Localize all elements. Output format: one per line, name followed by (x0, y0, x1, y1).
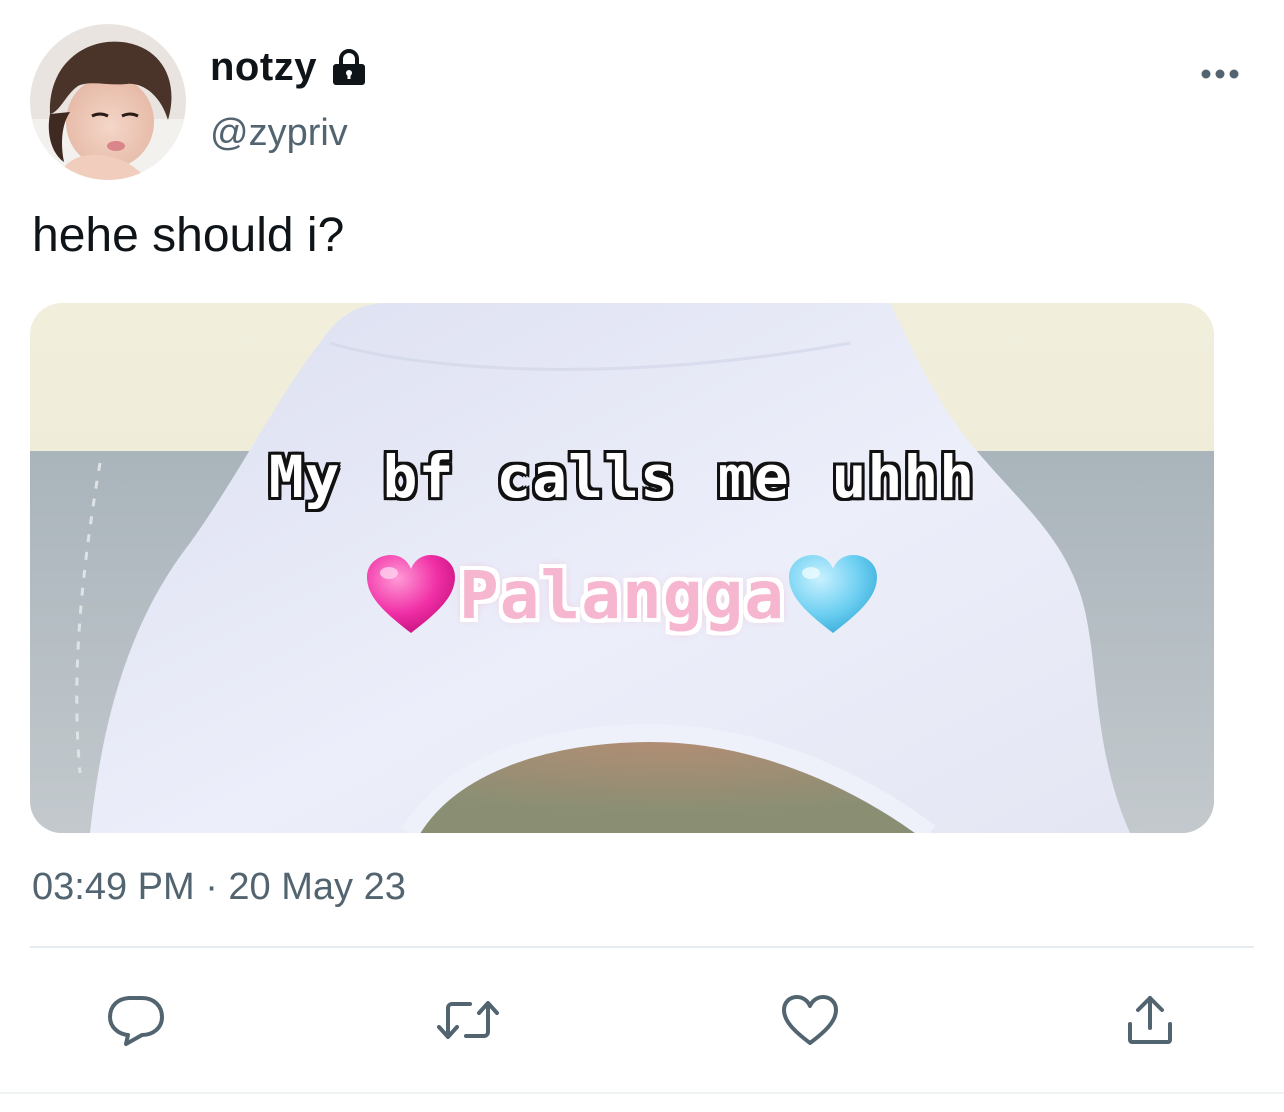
lock-icon (329, 47, 369, 87)
media-caption-line1: My bf calls me uhhh (268, 443, 976, 511)
display-name[interactable]: notzy (210, 45, 317, 90)
retweet-button[interactable] (436, 990, 500, 1054)
heart-icon (780, 993, 840, 1052)
speech-bubble-icon (106, 992, 166, 1053)
user-handle[interactable]: @zypriv (210, 112, 348, 155)
divider (30, 946, 1254, 948)
like-button[interactable] (778, 990, 842, 1054)
media-caption-line2: Palangga (459, 556, 785, 634)
more-options-icon[interactable] (1196, 58, 1244, 90)
reply-button[interactable] (104, 990, 168, 1054)
light-blue-heart-icon (787, 553, 879, 637)
tweet-text: hehe should i? (32, 209, 345, 262)
tweet-timestamp[interactable]: 03:49 PM · 20 May 23 (32, 866, 406, 909)
avatar[interactable] (30, 24, 186, 180)
share-icon (1122, 992, 1178, 1053)
retweet-icon (436, 996, 500, 1049)
share-button[interactable] (1118, 990, 1182, 1054)
tweet-media-image[interactable]: My bf calls me uhhh Palangga (30, 303, 1214, 833)
bottom-divider (0, 1092, 1284, 1094)
pink-heart-icon (365, 553, 457, 637)
